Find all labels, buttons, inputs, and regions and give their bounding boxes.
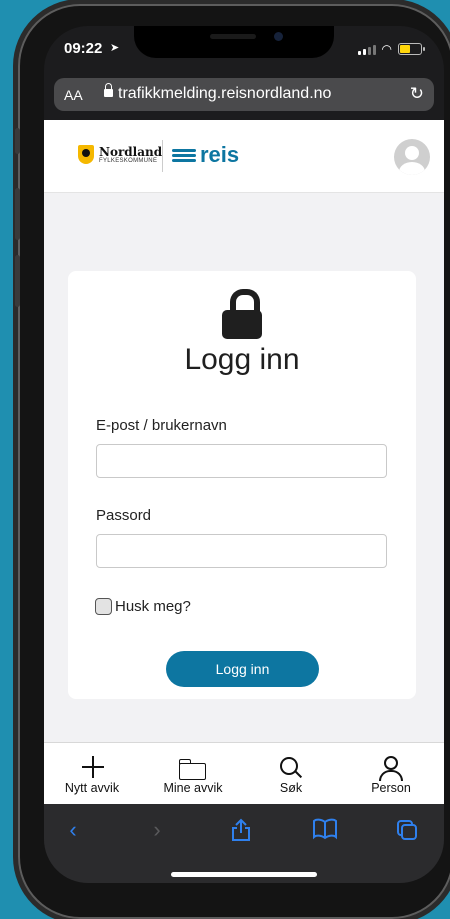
reload-icon[interactable]: ↻	[410, 84, 424, 104]
reis-wordmark: reis	[200, 142, 240, 167]
chevron-right-icon[interactable]: ›	[142, 818, 172, 842]
volume-up-button	[15, 188, 20, 240]
login-card: Logg inn E-post / brukernavn Passord Hus…	[68, 271, 416, 699]
person-icon	[351, 755, 431, 781]
email-label: E-post / brukernavn	[96, 417, 227, 434]
lock-icon	[104, 83, 113, 97]
screen: 09:22 ➤ ◠ AA trafikkmelding.reisnordland…	[44, 26, 444, 883]
folder-icon	[153, 755, 233, 781]
silent-switch	[15, 128, 20, 154]
logo-divider	[162, 140, 163, 172]
url-text[interactable]: trafikkmelding.reisnordland.no	[118, 85, 331, 103]
speaker	[210, 34, 256, 39]
volume-down-button	[15, 255, 20, 307]
share-icon[interactable]	[226, 818, 256, 842]
tab-label: Person	[371, 781, 411, 795]
tab-label: Mine avvik	[163, 781, 223, 795]
waves-icon	[172, 148, 196, 162]
bottom-tab-bar: Nytt avvik Mine avvik Søk Person	[44, 742, 444, 805]
padlock-icon	[222, 289, 262, 339]
site-header: Nordland FYLKESKOMMUNE reis	[44, 120, 444, 193]
web-content: Nordland FYLKESKOMMUNE reis Logg inn E-p…	[44, 120, 444, 805]
search-icon	[251, 755, 331, 781]
email-field[interactable]	[96, 444, 387, 478]
tab-sok[interactable]: Søk	[251, 755, 331, 795]
remember-me[interactable]: Husk meg?	[95, 598, 191, 615]
nordland-name: Nordland	[99, 144, 163, 159]
reis-logo[interactable]: reis	[172, 144, 239, 166]
plus-icon	[52, 755, 132, 781]
nordland-subtitle: FYLKESKOMMUNE	[99, 157, 158, 164]
home-indicator[interactable]	[171, 872, 317, 877]
tab-person[interactable]: Person	[351, 755, 431, 795]
notch	[134, 26, 334, 58]
chevron-left-icon[interactable]: ‹	[58, 818, 88, 842]
tab-mine-avvik[interactable]: Mine avvik	[153, 755, 233, 795]
signal-icon	[357, 44, 376, 55]
remember-checkbox[interactable]	[95, 598, 112, 615]
tab-nytt-avvik[interactable]: Nytt avvik	[52, 755, 132, 795]
front-camera	[274, 32, 283, 41]
wifi-icon: ◠	[381, 42, 392, 56]
book-icon[interactable]	[310, 818, 340, 842]
reader-options-button[interactable]: AA	[64, 87, 83, 103]
login-button[interactable]: Logg inn	[166, 651, 319, 687]
nordland-wordmark: Nordland FYLKESKOMMUNE	[99, 146, 162, 164]
password-label: Passord	[96, 507, 152, 524]
address-bar[interactable]: AA trafikkmelding.reisnordland.no ↻	[54, 78, 434, 111]
tab-label: Nytt avvik	[64, 781, 120, 795]
nordland-logo[interactable]: Nordland FYLKESKOMMUNE	[78, 145, 162, 164]
location-arrow-icon: ➤	[110, 42, 120, 54]
tabs-icon[interactable]	[392, 818, 422, 842]
status-icons: ◠	[357, 42, 425, 56]
avatar[interactable]	[394, 139, 430, 175]
nordland-shield-icon	[78, 145, 94, 164]
status-time: 09:22	[64, 40, 103, 57]
tab-label: Søk	[279, 781, 303, 795]
page-title: Logg inn	[184, 343, 300, 376]
password-field[interactable]	[96, 534, 387, 568]
battery-icon	[398, 43, 425, 55]
remember-label: Husk meg?	[115, 598, 191, 615]
